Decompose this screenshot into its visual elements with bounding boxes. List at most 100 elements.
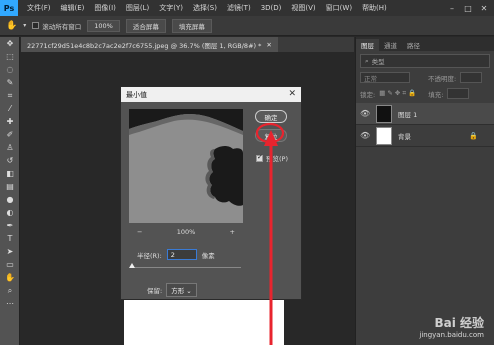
radius-slider-thumb[interactable] (129, 263, 135, 268)
radius-input[interactable]: 2 (166, 249, 197, 260)
menu-filter[interactable]: 滤镜(T) (222, 3, 256, 13)
gradient-tool-icon[interactable]: ▤ (0, 180, 20, 193)
photoshop-logo: Ps (0, 0, 18, 16)
scroll-all-windows-checkbox[interactable]: 滚动所有窗口 (32, 21, 81, 31)
opacity-label: 不透明度: (428, 74, 457, 83)
menu-help[interactable]: 帮助(H) (357, 3, 392, 13)
healing-brush-tool-icon[interactable]: ✚ (0, 115, 20, 128)
document-tab-title: 22771cf29d51e4c8b2c7ac2e2f7c6755.jpeg @ … (27, 41, 262, 50)
menu-select[interactable]: 选择(S) (188, 3, 222, 13)
fill-screen-button[interactable]: 填充屏幕 (171, 18, 212, 33)
radius-unit: 像素 (201, 251, 215, 260)
menu-layer[interactable]: 图层(L) (121, 3, 154, 13)
layer-thumbnail (376, 104, 392, 123)
move-tool-icon[interactable]: ✥ (0, 37, 20, 50)
checkbox-box[interactable] (32, 22, 40, 29)
brush-tool-icon[interactable]: ✐ (0, 128, 20, 141)
preserve-row: 保留: 方形 ⌄ (147, 283, 197, 297)
minimize-icon[interactable]: – (444, 4, 460, 13)
fill-field[interactable] (447, 88, 470, 99)
blend-mode-select[interactable]: 正常 (360, 72, 410, 83)
menu-file[interactable]: 文件(F) (22, 3, 56, 13)
ok-button[interactable]: 确定 (255, 110, 287, 123)
preview-checkbox-box[interactable] (256, 153, 263, 162)
watermark-url: jingyan.baidu.com (419, 331, 484, 339)
lasso-tool-icon[interactable]: ◌ (0, 63, 20, 76)
type-tool-icon[interactable]: T (0, 232, 20, 245)
menu-bar: Ps 文件(F) 编辑(E) 图像(I) 图层(L) 文字(Y) 选择(S) 滤… (0, 0, 494, 16)
shape-tool-icon[interactable]: ▭ (0, 258, 20, 271)
fill-label: 填充: (428, 90, 444, 99)
scroll-all-label: 滚动所有窗口 (42, 22, 82, 31)
tab-channels[interactable]: 通道 (379, 39, 402, 51)
panel-tabs: 图层 通道 路径 (356, 37, 494, 51)
eye-icon[interactable]: 👁 (360, 131, 370, 140)
eraser-tool-icon[interactable]: ◧ (0, 167, 20, 180)
options-bar: ✋ ▾ 滚动所有窗口 100% 适合屏幕 填充屏幕 (0, 16, 494, 36)
menu-image[interactable]: 图像(I) (89, 3, 121, 13)
tool-preset-icon[interactable]: ▾ (23, 22, 26, 29)
maximize-icon[interactable]: □ (460, 4, 476, 13)
crop-tool-icon[interactable]: ⌗ (0, 89, 20, 102)
tab-layers[interactable]: 图层 (356, 39, 379, 51)
preview-checkbox[interactable]: 预览(P) (256, 153, 288, 163)
hand-tool-icon: ✋ (6, 20, 18, 31)
pen-tool-icon[interactable]: ✒ (0, 219, 20, 232)
history-brush-tool-icon[interactable]: ↺ (0, 154, 20, 167)
document-tab[interactable]: 22771cf29d51e4c8b2c7ac2e2f7c6755.jpeg @ … (21, 37, 278, 52)
preserve-label: 保留: (147, 287, 163, 295)
eye-icon[interactable]: 👁 (360, 109, 370, 118)
dialog-close-icon[interactable]: ✕ (288, 89, 296, 99)
lock-label: 锁定: (360, 90, 376, 99)
menu-3d[interactable]: 3D(D) (256, 4, 287, 12)
preserve-select[interactable]: 方形 ⌄ (166, 283, 197, 297)
opacity-field[interactable] (460, 72, 483, 83)
tab-paths[interactable]: 路径 (402, 39, 425, 51)
dodge-tool-icon[interactable]: ◐ (0, 206, 20, 219)
path-select-tool-icon[interactable]: ➤ (0, 245, 20, 258)
more-tools-icon[interactable]: ⋯ (0, 297, 20, 310)
menu-view[interactable]: 视图(V) (286, 3, 320, 13)
dialog-titlebar[interactable]: 最小值 ✕ (121, 87, 301, 102)
zoom-level: 100% (176, 228, 196, 236)
tools-panel: ✥ ⬚ ◌ ✎ ⌗ ⁄ ✚ ✐ ♙ ↺ ◧ ▤ ● ◐ ✒ T ➤ ▭ ✋ ⌕ … (0, 37, 20, 345)
lock-row: 锁定: ▦ ✎ ✥ ⌗ 🔒 填充: (360, 87, 490, 100)
watermark-logo: Bai 经验 (434, 316, 484, 330)
quick-select-tool-icon[interactable]: ✎ (0, 76, 20, 89)
hand-tool-icon[interactable]: ✋ (0, 271, 20, 284)
layer-thumbnail (376, 126, 392, 145)
close-icon[interactable]: ✕ (476, 4, 492, 13)
menu-window[interactable]: 窗口(W) (321, 3, 357, 13)
blend-row: 正常 不透明度: (360, 71, 490, 84)
preview-zoom-row: − 100% + (129, 228, 243, 236)
zoom-in-icon[interactable]: + (222, 228, 243, 236)
zoom-tool-icon[interactable]: ⌕ (0, 284, 20, 297)
clone-stamp-tool-icon[interactable]: ♙ (0, 141, 20, 154)
layer-row-background[interactable]: 👁 背景 🔒 (356, 125, 494, 147)
layer-name: 背景 (398, 132, 411, 141)
lock-icons[interactable]: ▦ ✎ ✥ ⌗ 🔒 (379, 89, 416, 98)
layer-filter-label: 类型 (371, 58, 385, 66)
zoom-out-icon[interactable]: − (129, 228, 150, 236)
watermark: Bai 经验 jingyan.baidu.com (419, 314, 484, 339)
menu-edit[interactable]: 编辑(E) (56, 3, 90, 13)
layer-filter[interactable]: ⌕ 类型 (360, 54, 490, 68)
marquee-tool-icon[interactable]: ⬚ (0, 50, 20, 63)
search-icon: ⌕ (365, 56, 369, 65)
menu-type[interactable]: 文字(Y) (154, 3, 188, 13)
preview-image (129, 109, 243, 223)
reset-button[interactable]: 复位 (255, 129, 287, 142)
eyedropper-tool-icon[interactable]: ⁄ (0, 102, 20, 115)
dialog-title: 最小值 (126, 90, 147, 99)
radius-slider[interactable] (129, 263, 241, 268)
layer-row-1[interactable]: 👁 图层 1 (356, 103, 494, 125)
blur-tool-icon[interactable]: ● (0, 193, 20, 206)
radius-label: 半径(R): (137, 251, 162, 260)
close-tab-icon[interactable]: ✕ (266, 41, 271, 49)
fit-screen-button[interactable]: 适合屏幕 (125, 18, 166, 33)
window-controls: – □ ✕ (444, 0, 492, 16)
preview-checkbox-label: 预览(P) (266, 155, 288, 163)
zoom-100-button[interactable]: 100% (87, 19, 120, 32)
filter-preview[interactable] (129, 109, 243, 223)
document-tabs: 22771cf29d51e4c8b2c7ac2e2f7c6755.jpeg @ … (21, 37, 354, 52)
